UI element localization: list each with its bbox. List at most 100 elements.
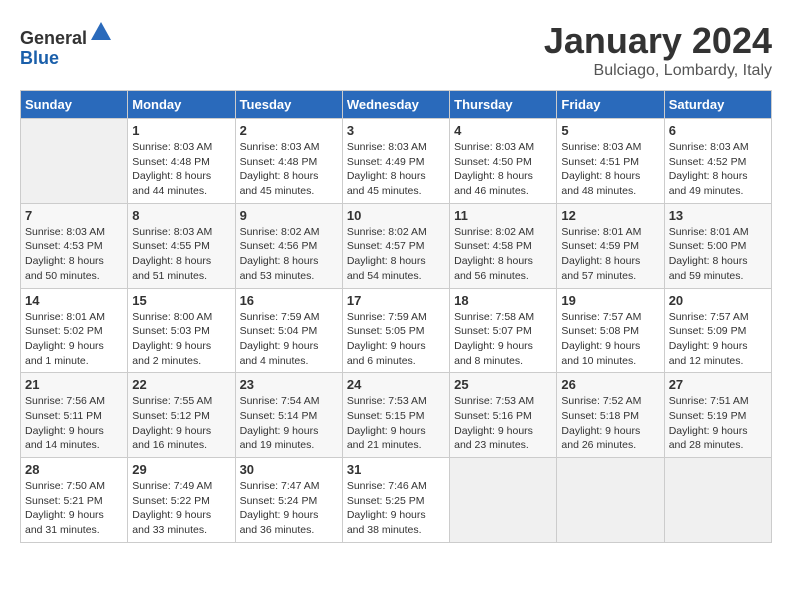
day-number: 14 — [25, 293, 123, 308]
day-info: Sunrise: 8:02 AMSunset: 4:56 PMDaylight:… — [240, 225, 338, 284]
day-info: Sunrise: 8:03 AMSunset: 4:49 PMDaylight:… — [347, 140, 445, 199]
day-number: 8 — [132, 208, 230, 223]
calendar-cell: 28Sunrise: 7:50 AMSunset: 5:21 PMDayligh… — [21, 458, 128, 543]
calendar-cell: 31 Sunrise: 7:46 AMSunset: 5:25 PMDayligh… — [342, 458, 449, 543]
logo: General Blue — [20, 20, 113, 69]
day-header-sunday: Sunday — [21, 91, 128, 119]
day-info: Sunrise: 7:56 AMSunset: 5:11 PMDaylight:… — [25, 394, 123, 453]
day-number: 2 — [240, 123, 338, 138]
day-number: 10 — [347, 208, 445, 223]
day-info: Sunrise: 7:57 AMSunset: 5:08 PMDaylight:… — [561, 310, 659, 369]
calendar-cell: 11 Sunrise: 8:02 AMSunset: 4:58 PMDayligh… — [450, 203, 557, 288]
day-number: 18 — [454, 293, 552, 308]
calendar-cell — [21, 119, 128, 204]
day-info: Sunrise: 7:58 AMSunset: 5:07 PMDaylight:… — [454, 310, 552, 369]
day-info: Sunrise: 8:01 AMSunset: 5:00 PMDaylight:… — [669, 225, 767, 284]
calendar-cell: 29 Sunrise: 7:49 AMSunset: 5:22 PMDayligh… — [128, 458, 235, 543]
day-info: Sunrise: 8:01 AMSunset: 4:59 PMDaylight:… — [561, 225, 659, 284]
day-info: Sunrise: 7:49 AMSunset: 5:22 PMDaylight:… — [132, 479, 230, 538]
calendar-cell: 24 Sunrise: 7:53 AMSunset: 5:15 PMDayligh… — [342, 373, 449, 458]
day-info: Sunrise: 8:03 AMSunset: 4:48 PMDaylight:… — [240, 140, 338, 199]
day-header-wednesday: Wednesday — [342, 91, 449, 119]
calendar-cell: 3Sunrise: 8:03 AMSunset: 4:49 PMDaylight… — [342, 119, 449, 204]
day-info: Sunrise: 8:03 AMSunset: 4:55 PMDaylight:… — [132, 225, 230, 284]
day-info: Sunrise: 7:57 AMSunset: 5:09 PMDaylight:… — [669, 310, 767, 369]
day-number: 19 — [561, 293, 659, 308]
calendar-cell: 9 Sunrise: 8:02 AMSunset: 4:56 PMDaylight… — [235, 203, 342, 288]
calendar-cell: 10 Sunrise: 8:02 AMSunset: 4:57 PMDayligh… — [342, 203, 449, 288]
day-number: 31 — [347, 462, 445, 477]
calendar-cell: 17 Sunrise: 7:59 AMSunset: 5:05 PMDayligh… — [342, 288, 449, 373]
calendar-cell: 26 Sunrise: 7:52 AMSunset: 5:18 PMDayligh… — [557, 373, 664, 458]
calendar-cell: 1 Sunrise: 8:03 AMSunset: 4:48 PMDaylight… — [128, 119, 235, 204]
day-info: Sunrise: 8:03 AMSunset: 4:52 PMDaylight:… — [669, 140, 767, 199]
day-header-monday: Monday — [128, 91, 235, 119]
day-number: 29 — [132, 462, 230, 477]
day-info: Sunrise: 7:54 AMSunset: 5:14 PMDaylight:… — [240, 394, 338, 453]
calendar-cell: 19 Sunrise: 7:57 AMSunset: 5:08 PMDayligh… — [557, 288, 664, 373]
location: Bulciago, Lombardy, Italy — [544, 62, 772, 80]
logo-blue: Blue — [20, 48, 59, 68]
day-info: Sunrise: 7:50 AMSunset: 5:21 PMDaylight:… — [25, 479, 123, 538]
day-info: Sunrise: 7:46 AMSunset: 5:25 PMDaylight:… — [347, 479, 445, 538]
page-header: General Blue January 2024 Bulciago, Lomb… — [20, 20, 772, 80]
calendar-cell — [664, 458, 771, 543]
calendar-table: SundayMondayTuesdayWednesdayThursdayFrid… — [20, 90, 772, 543]
day-number: 26 — [561, 377, 659, 392]
calendar-cell: 25 Sunrise: 7:53 AMSunset: 5:16 PMDayligh… — [450, 373, 557, 458]
day-number: 11 — [454, 208, 552, 223]
day-info: Sunrise: 8:03 AMSunset: 4:53 PMDaylight:… — [25, 225, 123, 284]
day-info: Sunrise: 8:02 AMSunset: 4:58 PMDaylight:… — [454, 225, 552, 284]
logo-icon — [89, 20, 113, 44]
calendar-cell: 5Sunrise: 8:03 AMSunset: 4:51 PMDaylight… — [557, 119, 664, 204]
calendar-cell: 14Sunrise: 8:01 AMSunset: 5:02 PMDayligh… — [21, 288, 128, 373]
day-info: Sunrise: 7:55 AMSunset: 5:12 PMDaylight:… — [132, 394, 230, 453]
day-number: 30 — [240, 462, 338, 477]
day-number: 1 — [132, 123, 230, 138]
day-info: Sunrise: 7:53 AMSunset: 5:16 PMDaylight:… — [454, 394, 552, 453]
day-header-friday: Friday — [557, 91, 664, 119]
day-number: 25 — [454, 377, 552, 392]
logo-general: General — [20, 28, 87, 48]
calendar-cell: 18 Sunrise: 7:58 AMSunset: 5:07 PMDayligh… — [450, 288, 557, 373]
day-info: Sunrise: 7:59 AMSunset: 5:04 PMDaylight:… — [240, 310, 338, 369]
day-number: 7 — [25, 208, 123, 223]
calendar-cell: 8 Sunrise: 8:03 AMSunset: 4:55 PMDaylight… — [128, 203, 235, 288]
day-number: 17 — [347, 293, 445, 308]
day-number: 16 — [240, 293, 338, 308]
calendar-cell: 2 Sunrise: 8:03 AMSunset: 4:48 PMDaylight… — [235, 119, 342, 204]
calendar-cell: 6 Sunrise: 8:03 AMSunset: 4:52 PMDaylight… — [664, 119, 771, 204]
calendar-cell: 23 Sunrise: 7:54 AMSunset: 5:14 PMDayligh… — [235, 373, 342, 458]
calendar-cell: 12Sunrise: 8:01 AMSunset: 4:59 PMDayligh… — [557, 203, 664, 288]
day-header-thursday: Thursday — [450, 91, 557, 119]
day-number: 9 — [240, 208, 338, 223]
day-info: Sunrise: 8:02 AMSunset: 4:57 PMDaylight:… — [347, 225, 445, 284]
day-info: Sunrise: 7:51 AMSunset: 5:19 PMDaylight:… — [669, 394, 767, 453]
day-number: 27 — [669, 377, 767, 392]
day-info: Sunrise: 8:03 AMSunset: 4:50 PMDaylight:… — [454, 140, 552, 199]
day-info: Sunrise: 7:52 AMSunset: 5:18 PMDaylight:… — [561, 394, 659, 453]
calendar-cell: 21 Sunrise: 7:56 AMSunset: 5:11 PMDayligh… — [21, 373, 128, 458]
day-info: Sunrise: 7:47 AMSunset: 5:24 PMDaylight:… — [240, 479, 338, 538]
day-number: 20 — [669, 293, 767, 308]
calendar-cell: 22Sunrise: 7:55 AMSunset: 5:12 PMDayligh… — [128, 373, 235, 458]
day-info: Sunrise: 8:03 AMSunset: 4:48 PMDaylight:… — [132, 140, 230, 199]
day-number: 5 — [561, 123, 659, 138]
calendar-cell: 27 Sunrise: 7:51 AMSunset: 5:19 PMDayligh… — [664, 373, 771, 458]
calendar-cell: 30 Sunrise: 7:47 AMSunset: 5:24 PMDayligh… — [235, 458, 342, 543]
day-info: Sunrise: 8:00 AMSunset: 5:03 PMDaylight:… — [132, 310, 230, 369]
title-block: January 2024 Bulciago, Lombardy, Italy — [544, 20, 772, 80]
day-info: Sunrise: 7:59 AMSunset: 5:05 PMDaylight:… — [347, 310, 445, 369]
day-number: 6 — [669, 123, 767, 138]
day-info: Sunrise: 7:53 AMSunset: 5:15 PMDaylight:… — [347, 394, 445, 453]
day-header-tuesday: Tuesday — [235, 91, 342, 119]
day-number: 24 — [347, 377, 445, 392]
calendar-cell: 16 Sunrise: 7:59 AMSunset: 5:04 PMDayligh… — [235, 288, 342, 373]
month-title: January 2024 — [544, 20, 772, 62]
day-number: 15 — [132, 293, 230, 308]
calendar-cell: 20 Sunrise: 7:57 AMSunset: 5:09 PMDayligh… — [664, 288, 771, 373]
day-number: 23 — [240, 377, 338, 392]
calendar-cell: 15 Sunrise: 8:00 AMSunset: 5:03 PMDayligh… — [128, 288, 235, 373]
day-number: 21 — [25, 377, 123, 392]
day-number: 13 — [669, 208, 767, 223]
